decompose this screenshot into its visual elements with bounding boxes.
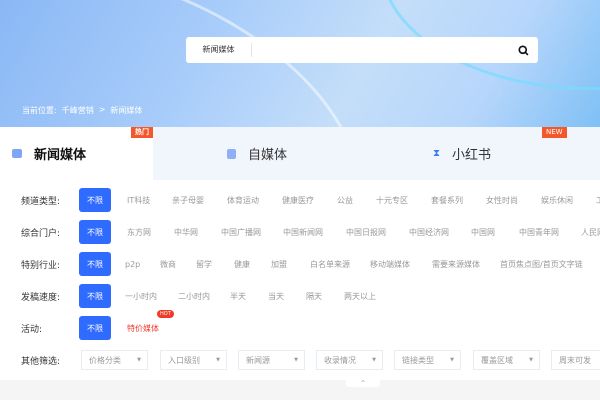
hero-banner: 新闻媒体 当前位置: 千峰营销 > 新闻媒体: [0, 0, 600, 127]
tab-label: 自媒体: [248, 148, 288, 163]
all-button[interactable]: 不限: [79, 316, 111, 340]
filter-option[interactable]: 加盟: [271, 259, 287, 270]
filter-option[interactable]: 亲子母婴: [172, 195, 204, 206]
media-tabs: 新闻媒体 热门 自媒体 ⧗ 小红书 NEW: [0, 127, 600, 180]
tab-label: 新闻媒体: [34, 148, 87, 163]
dropdown-price[interactable]: 价格分类 ▼: [81, 350, 148, 370]
filter-option[interactable]: 健康医疗: [282, 195, 314, 206]
filter-option[interactable]: 二小时内: [178, 291, 210, 302]
filter-row-activity: 活动: 不限 特价媒体 HOT: [0, 310, 600, 340]
filter-option[interactable]: 白名单来源: [310, 259, 350, 270]
filter-option[interactable]: 中国广播网: [221, 227, 261, 238]
all-button[interactable]: 不限: [79, 284, 111, 308]
tab-news-media[interactable]: 新闻媒体 热门: [0, 127, 153, 180]
dropdown-weekend[interactable]: 周末可发▼: [551, 350, 600, 370]
dropdown-news-source[interactable]: 新闻源 ▼: [238, 350, 305, 370]
filter-option[interactable]: 一小时内: [125, 291, 157, 302]
dropdown-label: 收录情况: [324, 355, 356, 365]
dropdown-indexing[interactable]: 收录情况 ▼: [316, 350, 383, 370]
filter-option[interactable]: 微商: [160, 259, 176, 270]
all-button[interactable]: 不限: [79, 220, 111, 244]
news-icon: [12, 149, 22, 158]
caret-down-icon: ▼: [450, 357, 454, 363]
filter-option[interactable]: 娱乐休闲: [541, 195, 573, 206]
search-input[interactable]: [258, 40, 508, 60]
search-bar: 新闻媒体: [186, 37, 538, 63]
breadcrumb-separator: >: [98, 105, 106, 114]
hot-badge: 热门: [131, 127, 153, 138]
tab-label: 小红书: [452, 148, 492, 163]
hot-badge: HOT: [157, 310, 174, 318]
document-icon: [227, 148, 236, 159]
filter-row-channel: 频道类型: 不限 IT科技 亲子母婴 体育运动 健康医疗 公益 十元专区 套餐系…: [0, 188, 600, 212]
all-button[interactable]: 不限: [79, 188, 111, 212]
filter-option[interactable]: 人民网: [581, 227, 600, 238]
caret-down-icon: ▼: [372, 357, 376, 363]
filter-option[interactable]: 半天: [230, 291, 246, 302]
filter-label: 综合门户:: [21, 228, 61, 239]
caret-down-icon: ▼: [216, 357, 220, 363]
collapse-filters-button[interactable]: ^: [346, 380, 380, 387]
chevron-up-icon: ^: [360, 380, 366, 387]
breadcrumb-home[interactable]: 千峰营销: [62, 105, 94, 116]
filter-option[interactable]: 首页焦点图/首页文字链: [500, 259, 583, 270]
breadcrumb: 当前位置: 千峰营销 > 新闻媒体: [22, 105, 142, 116]
filter-label: 活动:: [21, 324, 43, 335]
filter-option[interactable]: 当天: [268, 291, 284, 302]
filter-option[interactable]: 中国经济网: [409, 227, 449, 238]
filter-option[interactable]: p2p: [125, 260, 140, 269]
filter-option[interactable]: 中国网: [471, 227, 495, 238]
filter-option[interactable]: 留学: [196, 259, 212, 270]
xiaohongshu-icon: ⧗: [433, 148, 441, 159]
filter-option[interactable]: 十元专区: [376, 195, 408, 206]
caret-down-icon: ▼: [294, 357, 298, 363]
dropdown-entry-level[interactable]: 入口级别 ▼: [160, 350, 227, 370]
filter-option[interactable]: 移动端媒体: [370, 259, 410, 270]
search-icon[interactable]: [508, 44, 538, 56]
filter-option[interactable]: 中华网: [174, 227, 198, 238]
filter-row-industry: 特别行业: 不限 p2p 微商 留学 健康 加盟 白名单来源 移动端媒体 需要来…: [0, 252, 600, 276]
dropdown-label: 周末可发: [559, 355, 591, 365]
all-button[interactable]: 不限: [79, 252, 111, 276]
filter-label: 特别行业:: [21, 260, 61, 271]
filter-option[interactable]: 女性时尚: [486, 195, 518, 206]
filter-option[interactable]: 套餐系列: [431, 195, 463, 206]
new-badge: NEW: [542, 127, 567, 138]
dropdown-region[interactable]: 覆盖区域 ▼: [473, 350, 540, 370]
special-price-media-option[interactable]: 特价媒体: [127, 323, 159, 334]
filter-row-speed: 发稿速度: 不限 一小时内 二小时内 半天 当天 隔天 两天以上: [0, 284, 600, 308]
dropdown-label: 新闻源: [246, 355, 270, 365]
dropdown-label: 入口级别: [168, 355, 200, 365]
filter-option[interactable]: 东方网: [127, 227, 151, 238]
filter-row-portal: 综合门户: 不限 东方网 中华网 中国广播网 中国新闻网 中国日报网 中国经济网…: [0, 220, 600, 244]
filter-option[interactable]: 隔天: [306, 291, 322, 302]
filter-label: 其他筛选:: [21, 356, 61, 367]
caret-down-icon: ▼: [529, 357, 533, 363]
filter-option[interactable]: IT科技: [127, 195, 150, 206]
dropdown-label: 价格分类: [89, 355, 121, 365]
filter-option[interactable]: 中国青年网: [519, 227, 559, 238]
breadcrumb-prefix: 当前位置:: [22, 106, 57, 115]
filter-label: 发稿速度:: [21, 292, 61, 303]
tab-self-media[interactable]: 自媒体: [153, 127, 365, 180]
results-area: [0, 380, 600, 400]
breadcrumb-current: 新闻媒体: [110, 106, 143, 115]
dropdown-label: 链接类型: [402, 355, 434, 365]
search-category-select[interactable]: 新闻媒体: [186, 43, 252, 57]
filter-option[interactable]: 公益: [337, 195, 353, 206]
filter-option[interactable]: 工: [596, 195, 600, 206]
filter-option[interactable]: 需要来源媒体: [432, 259, 480, 270]
filter-option[interactable]: 中国日报网: [346, 227, 386, 238]
filter-label: 频道类型:: [21, 196, 61, 207]
filter-option[interactable]: 中国新闻网: [283, 227, 323, 238]
dropdown-label: 覆盖区域: [481, 355, 513, 365]
filter-option[interactable]: 健康: [234, 259, 250, 270]
dropdown-link-type[interactable]: 链接类型 ▼: [394, 350, 461, 370]
tab-xiaohongshu[interactable]: ⧗ 小红书 NEW: [365, 127, 600, 180]
caret-down-icon: ▼: [137, 357, 141, 363]
filter-row-other: 其他筛选: 价格分类 ▼ 入口级别 ▼ 新闻源 ▼ 收录情况 ▼ 链接类型 ▼ 覆盖区域 ▼…: [0, 348, 600, 372]
filter-option[interactable]: 体育运动: [227, 195, 259, 206]
filter-option[interactable]: 两天以上: [344, 291, 376, 302]
